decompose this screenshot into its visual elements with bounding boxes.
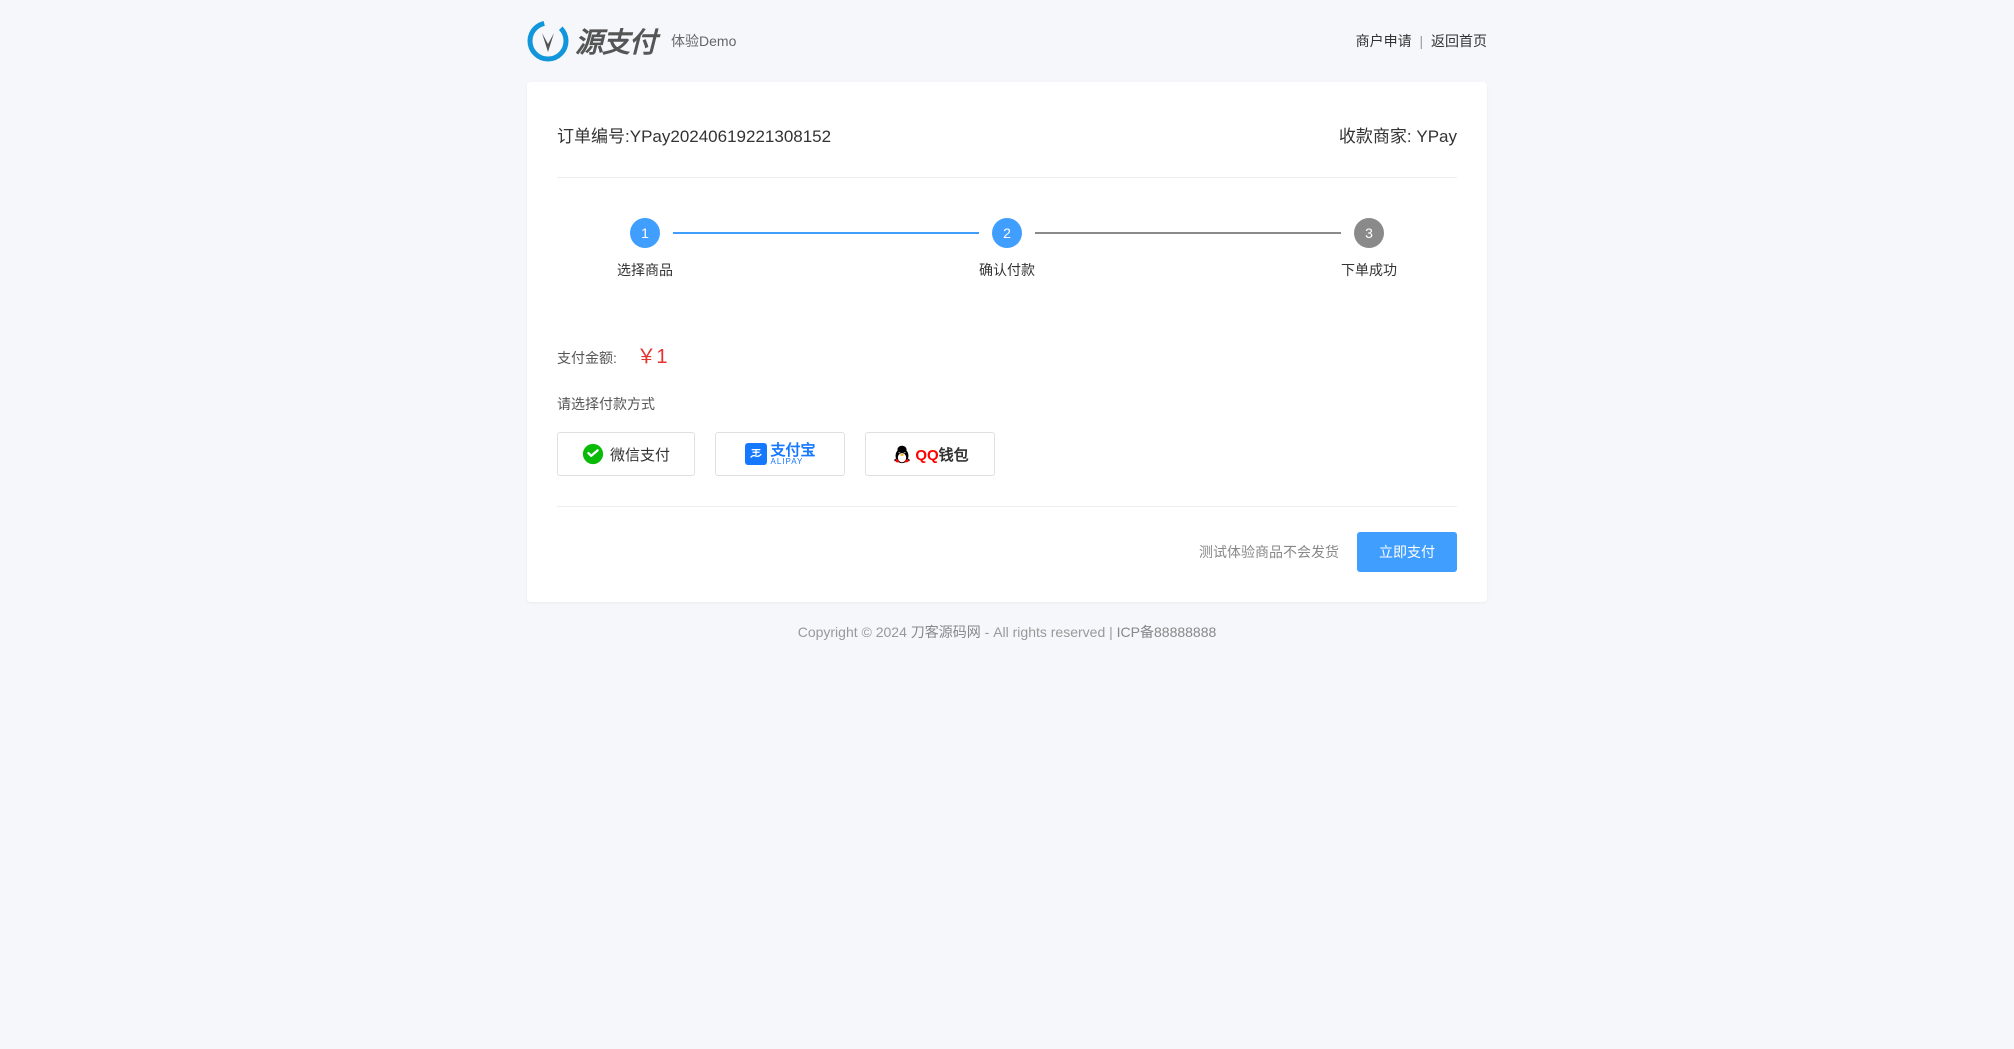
amount-value: ￥1 bbox=[636, 346, 667, 368]
progress-steps: 1 选择商品 2 确认付款 3 下单成功 bbox=[557, 218, 1457, 280]
step-1-label: 选择商品 bbox=[617, 260, 673, 280]
alipay-en: ALIPAY bbox=[771, 458, 816, 466]
copyright-prefix: Copyright © 2024 bbox=[798, 624, 911, 640]
logo[interactable]: 源支付 bbox=[527, 20, 656, 62]
merchant-name: YPay bbox=[1416, 127, 1457, 146]
step-3: 3 下单成功 bbox=[1341, 218, 1397, 280]
alipay-icon bbox=[745, 443, 767, 465]
amount-label: 支付金额: bbox=[557, 350, 617, 366]
wechat-label: 微信支付 bbox=[610, 444, 670, 465]
qq-logo: QQ钱包 bbox=[891, 443, 968, 465]
step-3-circle: 3 bbox=[1354, 218, 1384, 248]
order-number: 订单编号:YPay20240619221308152 bbox=[557, 122, 831, 147]
step-line-2-3 bbox=[1035, 232, 1341, 234]
merchant-label: 收款商家: bbox=[1339, 127, 1412, 146]
merchant-apply-link[interactable]: 商户申请 bbox=[1356, 33, 1412, 49]
header-right: 商户申请 | 返回首页 bbox=[1356, 31, 1487, 51]
step-1: 1 选择商品 bbox=[617, 218, 673, 280]
step-3-label: 下单成功 bbox=[1341, 260, 1397, 280]
action-row: 测试体验商品不会发货 立即支付 bbox=[557, 532, 1457, 572]
qq-penguin-icon bbox=[891, 443, 913, 465]
test-note: 测试体验商品不会发货 bbox=[1199, 542, 1339, 562]
step-2-label: 确认付款 bbox=[979, 260, 1035, 280]
alipay-logo: 支付宝 ALIPAY bbox=[745, 443, 816, 466]
pay-now-button[interactable]: 立即支付 bbox=[1357, 532, 1457, 572]
payment-options: 微信支付 支付宝 ALIPAY bbox=[557, 432, 1457, 507]
qq-q: QQ bbox=[915, 447, 938, 464]
rights-text: - All rights reserved | bbox=[981, 624, 1117, 640]
amount-section: 支付金额: ￥1 bbox=[557, 340, 1457, 369]
step-line-1-2 bbox=[673, 232, 979, 234]
step-1-circle: 1 bbox=[630, 218, 660, 248]
logo-icon bbox=[527, 20, 569, 62]
merchant-info: 收款商家: YPay bbox=[1339, 122, 1457, 147]
payment-card: 订单编号:YPay20240619221308152 收款商家: YPay 1 … bbox=[527, 82, 1487, 602]
logo-text: 源支付 bbox=[575, 21, 656, 61]
qq-text: QQ钱包 bbox=[915, 444, 968, 465]
order-no-value: YPay20240619221308152 bbox=[630, 127, 831, 146]
step-2-circle: 2 bbox=[992, 218, 1022, 248]
qq-rest: 钱包 bbox=[939, 447, 969, 464]
header-divider: | bbox=[1419, 33, 1423, 49]
site-name-link[interactable]: 刀客源码网 bbox=[911, 624, 981, 640]
payment-select-label: 请选择付款方式 bbox=[557, 394, 1457, 414]
demo-label: 体验Demo bbox=[671, 31, 736, 51]
step-2: 2 确认付款 bbox=[979, 218, 1035, 280]
return-home-link[interactable]: 返回首页 bbox=[1431, 33, 1487, 49]
alipay-cn: 支付宝 bbox=[771, 443, 816, 458]
payment-option-alipay[interactable]: 支付宝 ALIPAY bbox=[715, 432, 845, 476]
page-header: 源支付 体验Demo 商户申请 | 返回首页 bbox=[527, 0, 1487, 82]
order-no-label: 订单编号: bbox=[557, 127, 630, 146]
wechat-icon bbox=[582, 443, 604, 465]
payment-option-qq[interactable]: QQ钱包 bbox=[865, 432, 995, 476]
icp-link[interactable]: ICP备88888888 bbox=[1117, 624, 1217, 640]
order-info-row: 订单编号:YPay20240619221308152 收款商家: YPay bbox=[557, 122, 1457, 178]
alipay-text: 支付宝 ALIPAY bbox=[771, 443, 816, 466]
page-footer: Copyright © 2024 刀客源码网 - All rights rese… bbox=[527, 602, 1487, 662]
header-left: 源支付 体验Demo bbox=[527, 20, 736, 62]
payment-option-wechat[interactable]: 微信支付 bbox=[557, 432, 695, 476]
